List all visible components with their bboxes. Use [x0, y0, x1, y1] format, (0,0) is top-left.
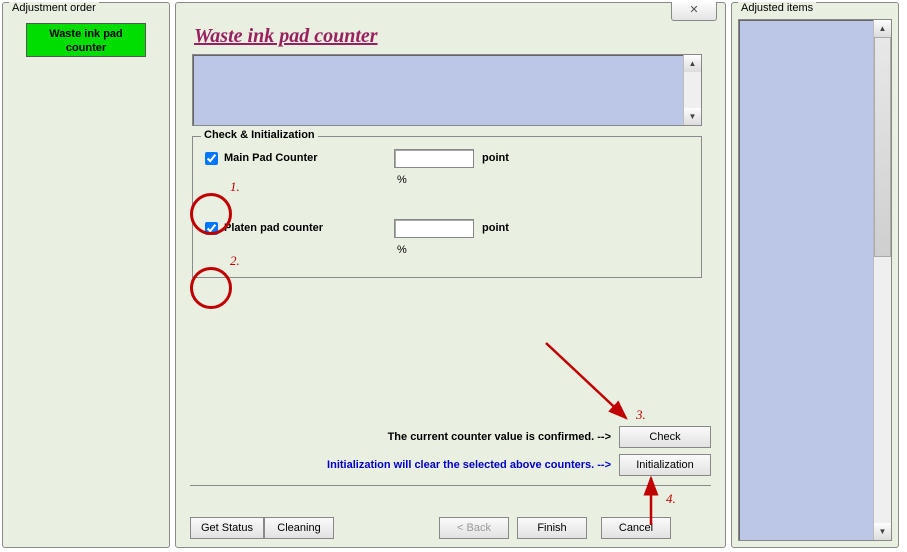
adjustment-order-title: Adjustment order [9, 2, 99, 14]
close-icon: ✕ [689, 4, 698, 16]
platen-pad-point-value [394, 219, 474, 238]
confirm-message: The current counter value is confirmed. … [388, 431, 611, 443]
log-scrollbar[interactable]: ▲ ▼ [683, 55, 701, 125]
main-pad-row: Main Pad Counter point [201, 147, 693, 169]
scroll-up-icon[interactable]: ▲ [684, 55, 701, 72]
back-button[interactable]: < Back [439, 517, 509, 539]
adjusted-items-title: Adjusted items [738, 2, 816, 14]
initialization-button[interactable]: Initialization [619, 454, 711, 476]
check-init-group: Check & Initialization Main Pad Counter … [192, 136, 702, 278]
main-pad-point-value [394, 149, 474, 168]
platen-pad-checkbox[interactable] [205, 222, 218, 235]
cancel-button[interactable]: Cancel [601, 517, 671, 539]
platen-pad-point-unit: point [482, 222, 509, 234]
main-pad-pct-unit: % [397, 174, 407, 186]
window-close-button[interactable]: ✕ [671, 2, 717, 21]
waste-ink-pad-counter-button[interactable]: Waste ink pad counter [26, 23, 146, 57]
main-pad-point-unit: point [482, 152, 509, 164]
group-legend: Check & Initialization [201, 129, 318, 141]
init-message: Initialization will clear the selected a… [327, 459, 611, 471]
platen-pad-pct-unit: % [397, 244, 407, 256]
platen-pad-label: Platen pad counter [224, 222, 394, 234]
scroll-down-icon[interactable]: ▼ [874, 523, 891, 540]
main-pad-checkbox[interactable] [205, 152, 218, 165]
annotation-label-3: 3. [636, 407, 646, 423]
bottom-toolbar: Get Status Cleaning < Back Finish Cancel [190, 517, 711, 539]
scroll-down-icon[interactable]: ▼ [684, 108, 701, 125]
page-title: Waste ink pad counter [194, 25, 711, 48]
annotation-label-4: 4. [666, 491, 676, 507]
adjusted-items-listbox[interactable]: ▲ ▼ [738, 19, 892, 541]
check-button[interactable]: Check [619, 426, 711, 448]
divider [190, 485, 711, 486]
log-listbox[interactable]: ▲ ▼ [192, 54, 702, 126]
scroll-up-icon[interactable]: ▲ [874, 20, 891, 37]
cleaning-button[interactable]: Cleaning [264, 517, 334, 539]
finish-button[interactable]: Finish [517, 517, 587, 539]
get-status-button[interactable]: Get Status [190, 517, 264, 539]
adjustment-order-panel: Adjustment order Waste ink pad counter [2, 2, 170, 548]
platen-pad-row: Platen pad counter point [201, 217, 693, 239]
main-panel: ✕ Waste ink pad counter ▲ ▼ Check & Init… [175, 2, 726, 548]
adjusted-items-panel: Adjusted items ▲ ▼ [731, 2, 899, 548]
main-pad-pct-row: % [397, 169, 693, 191]
platen-pad-pct-row: % [397, 239, 693, 261]
main-pad-label: Main Pad Counter [224, 152, 394, 164]
scrollbar-thumb[interactable] [874, 37, 891, 257]
